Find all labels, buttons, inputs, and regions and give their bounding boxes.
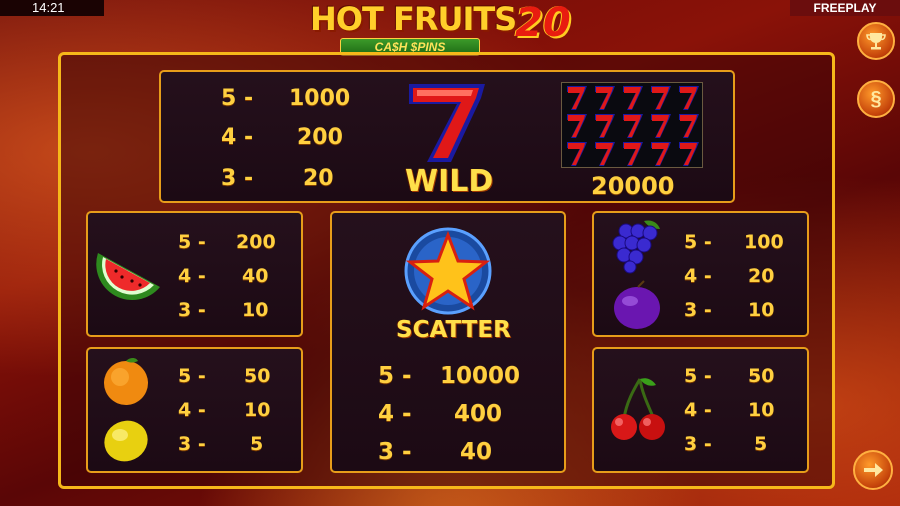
scatter-value-3: 40 — [460, 439, 493, 465]
scatter-count-4: 4 - — [378, 401, 412, 427]
watermelon-count-3: 3 - — [178, 299, 206, 321]
orange-count-5: 5 - — [178, 365, 206, 387]
mode-badge: FREEPLAY — [790, 0, 900, 16]
scatter-value-5: 10000 — [440, 363, 521, 389]
lemon-icon — [104, 420, 148, 462]
orange-value-4: 10 — [244, 399, 271, 421]
wild-count-5: 5 - — [221, 86, 254, 111]
arrow-right-icon — [864, 463, 883, 477]
watermelon-value-4: 40 — [242, 265, 269, 287]
watermelon-icon — [96, 253, 160, 301]
scatter-count-5: 5 - — [378, 363, 412, 389]
grape-count-4: 4 - — [684, 265, 712, 287]
scatter-value-4: 400 — [454, 401, 503, 427]
game-logo-title: HOT FRUITS — [310, 0, 517, 38]
cherry-value-5: 50 — [748, 365, 775, 387]
cherries-icon — [611, 378, 665, 440]
game-logo-number: 20 — [515, 0, 571, 46]
orange-icon — [104, 358, 148, 405]
wild-panel: 5 - 1000 4 - 200 3 - 20 WILD 20000 — [159, 70, 735, 203]
grape-value-4: 20 — [748, 265, 775, 287]
grape-count-3: 3 - — [684, 299, 712, 321]
cherry-count-4: 4 - — [684, 399, 712, 421]
trophy-button[interactable] — [857, 22, 895, 60]
grape-count-5: 5 - — [684, 231, 712, 253]
full-screen-wild-grid — [561, 82, 703, 168]
wild-value-5: 1000 — [289, 86, 351, 111]
rules-button[interactable]: § — [857, 80, 895, 118]
watermelon-count-4: 4 - — [178, 265, 206, 287]
grape-value-5: 100 — [744, 231, 784, 253]
watermelon-value-3: 10 — [242, 299, 269, 321]
wild-count-3: 3 - — [221, 166, 254, 191]
star-scatter-icon — [404, 227, 492, 315]
cherry-count-5: 5 - — [684, 365, 712, 387]
watermelon-value-5: 200 — [236, 231, 276, 253]
mini-sevens-grid-icon — [567, 86, 699, 166]
cherry-panel: 5 - 50 4 - 10 3 - 5 — [592, 347, 809, 473]
wild-value-3: 20 — [303, 166, 334, 191]
next-page-button[interactable] — [853, 450, 893, 490]
grape-plum-panel: 5 - 100 4 - 20 3 - 10 — [592, 211, 809, 337]
wild-label: WILD — [405, 164, 494, 199]
wild-value-4: 200 — [297, 125, 343, 150]
orange-count-3: 3 - — [178, 433, 206, 455]
clock: 14:21 — [0, 0, 104, 16]
scatter-count-3: 3 - — [378, 439, 412, 465]
scatter-label: SCATTER — [396, 317, 511, 343]
orange-lemon-panel: 5 - 50 4 - 10 3 - 5 — [86, 347, 303, 473]
plum-icon — [614, 280, 660, 329]
wild-count-4: 4 - — [221, 125, 254, 150]
watermelon-panel: 5 - 200 4 - 40 3 - 10 — [86, 211, 303, 337]
cherry-value-3: 5 — [754, 433, 768, 455]
trophy-icon — [866, 33, 886, 50]
orange-count-4: 4 - — [178, 399, 206, 421]
grape-value-3: 10 — [748, 299, 775, 321]
orange-value-5: 50 — [244, 365, 271, 387]
cherry-value-4: 10 — [748, 399, 775, 421]
orange-value-3: 5 — [250, 433, 264, 455]
wild-full-screen-value: 20000 — [591, 172, 675, 200]
seven-wild-icon — [409, 84, 485, 162]
cherry-count-3: 3 - — [684, 433, 712, 455]
grapes-icon — [612, 220, 660, 274]
watermelon-count-5: 5 - — [178, 231, 206, 253]
scatter-panel: SCATTER 5 - 10000 4 - 400 3 - 40 — [330, 211, 566, 473]
section-sign-icon: § — [870, 87, 882, 110]
